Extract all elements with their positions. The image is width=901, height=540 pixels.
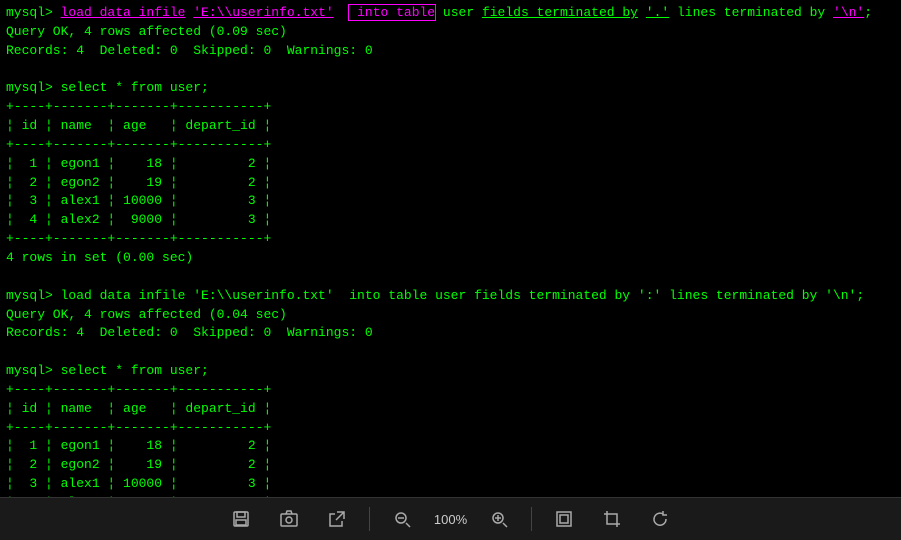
terminal-line: [6, 61, 895, 80]
screenshot-button[interactable]: [273, 505, 305, 533]
terminal-line: mysql> load data infile 'E:\\userinfo.tx…: [6, 4, 895, 23]
share-button[interactable]: [321, 505, 353, 533]
toolbar-divider: [369, 507, 370, 531]
save-button[interactable]: [225, 505, 257, 533]
terminal-line: +----+-------+-------+-----------+: [6, 98, 895, 117]
terminal: mysql> load data infile 'E:\\userinfo.tx…: [0, 0, 901, 497]
terminal-line: ¦ id ¦ name ¦ age ¦ depart_id ¦: [6, 117, 895, 136]
terminal-line: 4 rows in set (0.00 sec): [6, 249, 895, 268]
terminal-line: ¦ 4 ¦ alex2 ¦ 9000 ¦ 3 ¦: [6, 211, 895, 230]
terminal-line: +----+-------+-------+-----------+: [6, 136, 895, 155]
refresh-button[interactable]: [644, 505, 676, 533]
terminal-line: [6, 343, 895, 362]
terminal-line: +----+-------+-------+-----------+: [6, 230, 895, 249]
terminal-line: mysql> select * from user;: [6, 79, 895, 98]
terminal-line: mysql> load data infile 'E:\\userinfo.tx…: [6, 287, 895, 306]
terminal-line: [6, 268, 895, 287]
terminal-line: Query OK, 4 rows affected (0.04 sec): [6, 306, 895, 325]
crop-button[interactable]: [596, 505, 628, 533]
terminal-line: mysql> select * from user;: [6, 362, 895, 381]
fit-button[interactable]: [548, 505, 580, 533]
terminal-line: Records: 4 Deleted: 0 Skipped: 0 Warning…: [6, 42, 895, 61]
zoom-in-button[interactable]: [483, 505, 515, 533]
zoom-level: 100%: [434, 512, 467, 527]
terminal-line: Query OK, 4 rows affected (0.09 sec): [6, 23, 895, 42]
terminal-line: ¦ 1 ¦ egon1 ¦ 18 ¦ 2 ¦: [6, 437, 895, 456]
zoom-out-button[interactable]: [386, 505, 418, 533]
terminal-line: ¦ 3 ¦ alex1 ¦ 10000 ¦ 3 ¦: [6, 475, 895, 494]
terminal-line: ¦ id ¦ name ¦ age ¦ depart_id ¦: [6, 400, 895, 419]
terminal-line: ¦ 2 ¦ egon2 ¦ 19 ¦ 2 ¦: [6, 456, 895, 475]
terminal-line: +----+-------+-------+-----------+: [6, 419, 895, 438]
toolbar-divider: [531, 507, 532, 531]
terminal-line: +----+-------+-------+-----------+: [6, 381, 895, 400]
terminal-line: ¦ 2 ¦ egon2 ¦ 19 ¦ 2 ¦: [6, 174, 895, 193]
terminal-line: ¦ 1 ¦ egon1 ¦ 18 ¦ 2 ¦: [6, 155, 895, 174]
toolbar: 100%: [0, 497, 901, 540]
terminal-line: ¦ 3 ¦ alex1 ¦ 10000 ¦ 3 ¦: [6, 192, 895, 211]
terminal-line: Records: 4 Deleted: 0 Skipped: 0 Warning…: [6, 324, 895, 343]
